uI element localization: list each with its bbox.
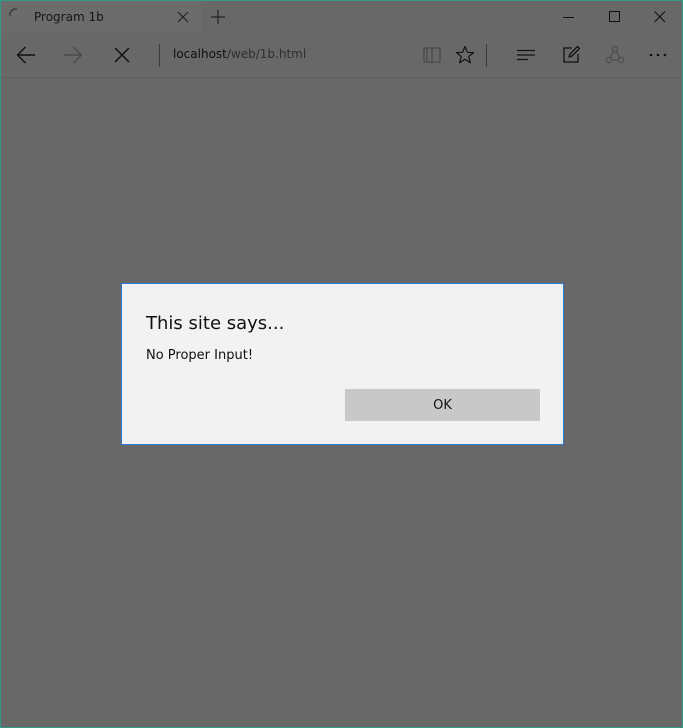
dialog-title: This site says... — [146, 313, 285, 334]
minimize-button[interactable] — [546, 1, 592, 33]
forward-arrow-icon — [64, 46, 83, 64]
loading-spinner-icon — [8, 6, 22, 20]
close-icon — [654, 11, 666, 23]
alert-dialog: This site says... No Proper Input! OK — [121, 283, 564, 445]
hub-icon — [517, 49, 535, 61]
tab-program-1b[interactable]: Program 1b — [1, 1, 201, 33]
minimize-icon — [563, 17, 574, 18]
title-bar: Program 1b — [1, 1, 682, 33]
dialog-message: No Proper Input! — [146, 348, 254, 363]
address-host: localhost — [173, 47, 227, 61]
maximize-icon — [609, 11, 620, 22]
more-button[interactable] — [636, 33, 680, 77]
window-close-button[interactable] — [637, 1, 682, 33]
back-arrow-icon — [16, 46, 35, 64]
share-button[interactable] — [593, 33, 637, 77]
web-note-icon — [563, 45, 581, 63]
stop-loading-icon — [114, 47, 130, 63]
address-path: /web/1b.html — [226, 47, 307, 61]
browser-window: Program 1b localhost/web/1b.html This si… — [0, 0, 683, 728]
favorite-button[interactable] — [443, 33, 487, 77]
more-icon — [649, 53, 667, 57]
ok-button[interactable]: OK — [345, 389, 540, 421]
address-separator — [159, 44, 160, 67]
navigation-bar: localhost/web/1b.html — [1, 33, 682, 78]
reading-view-icon — [423, 47, 441, 64]
stop-loading-button[interactable] — [100, 33, 144, 77]
maximize-button[interactable] — [592, 1, 638, 33]
tab-title: Program 1b — [34, 10, 104, 24]
new-tab-plus-icon[interactable] — [210, 9, 226, 25]
toolbar-separator — [486, 44, 487, 67]
forward-button — [51, 33, 95, 77]
share-icon — [605, 45, 625, 64]
address-bar[interactable]: localhost/web/1b.html — [173, 47, 306, 61]
hub-button[interactable] — [504, 33, 548, 77]
star-icon — [455, 45, 475, 64]
back-button[interactable] — [4, 33, 48, 77]
tab-close-icon[interactable] — [175, 9, 191, 25]
web-note-button[interactable] — [549, 33, 593, 77]
